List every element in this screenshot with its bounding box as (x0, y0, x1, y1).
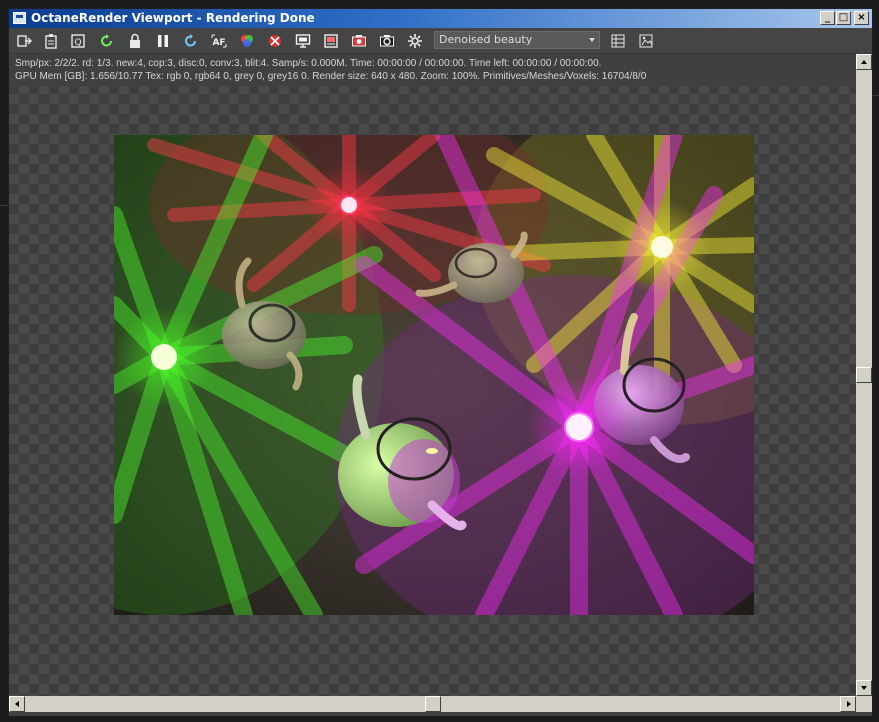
autofocus-icon[interactable]: AF (210, 32, 228, 50)
stats-line-1: Smp/px: 2/2/2. rd: 1/3. new:4, cop:3, di… (15, 58, 602, 69)
film-icon[interactable] (322, 32, 340, 50)
arrow-down-icon (861, 686, 867, 690)
window-title: OctaneRender Viewport - Rendering Done (31, 11, 315, 25)
color-picker-icon[interactable] (238, 32, 256, 50)
pause-icon[interactable] (154, 32, 172, 50)
render-statistics: Smp/px: 2/2/2. rd: 1/3. new:4, cop:3, di… (9, 54, 856, 86)
material-picker-icon[interactable] (266, 32, 284, 50)
octane-viewport-window: OctaneRender Viewport - Rendering Done _… (8, 8, 873, 717)
photo-camera-icon[interactable] (378, 32, 396, 50)
stats-line-2: GPU Mem [GB]: 1.656/10.77 Tex: rgb 0, rg… (15, 71, 647, 82)
chevron-down-icon (589, 38, 595, 42)
background-line (0, 205, 8, 206)
rendered-image (114, 135, 754, 615)
settings-icon[interactable] (406, 32, 424, 50)
render-pass-value: Denoised beauty (439, 33, 533, 46)
red-light-orb (339, 195, 359, 215)
image-icon[interactable] (637, 32, 655, 50)
close-button[interactable]: × (854, 11, 869, 25)
render-scene (114, 135, 754, 615)
title-bar[interactable]: OctaneRender Viewport - Rendering Done _… (9, 9, 872, 28)
clipboard-icon[interactable] (42, 32, 60, 50)
display-icon[interactable] (294, 32, 312, 50)
horizontal-scrollbar[interactable] (9, 696, 856, 712)
scroll-down-button[interactable] (856, 680, 872, 696)
camera-icon[interactable] (350, 32, 368, 50)
restart-icon[interactable] (98, 32, 116, 50)
arrow-left-icon (15, 701, 19, 707)
window-icon (13, 12, 26, 24)
magenta-light-orb (564, 412, 594, 442)
green-light-orb (151, 344, 177, 370)
list-view-icon[interactable] (609, 32, 627, 50)
svg-text:Q: Q (74, 38, 81, 48)
vertical-scroll-thumb[interactable] (856, 367, 872, 383)
render-viewport[interactable]: Smp/px: 2/2/2. rd: 1/3. new:4, cop:3, di… (9, 54, 856, 696)
region-icon[interactable]: Q (69, 32, 87, 50)
scroll-right-button[interactable] (840, 696, 856, 712)
vertical-scrollbar[interactable] (856, 54, 872, 696)
refresh-icon[interactable] (182, 32, 200, 50)
arrow-up-icon (861, 60, 867, 64)
render-pass-select[interactable]: Denoised beauty (434, 31, 600, 49)
background-line (873, 95, 879, 96)
yellow-light-orb (651, 236, 673, 258)
send-scene-icon[interactable] (15, 32, 33, 50)
arrow-right-icon (847, 701, 851, 707)
maximize-button[interactable]: □ (836, 11, 851, 25)
horizontal-scroll-thumb[interactable] (425, 696, 441, 712)
scroll-up-button[interactable] (856, 54, 872, 70)
toolbar: Q AF Denoised beauty (9, 28, 872, 54)
minimize-button[interactable]: _ (820, 11, 835, 25)
scroll-left-button[interactable] (9, 696, 25, 712)
lock-icon[interactable] (126, 32, 144, 50)
scrollbar-corner (856, 696, 872, 712)
